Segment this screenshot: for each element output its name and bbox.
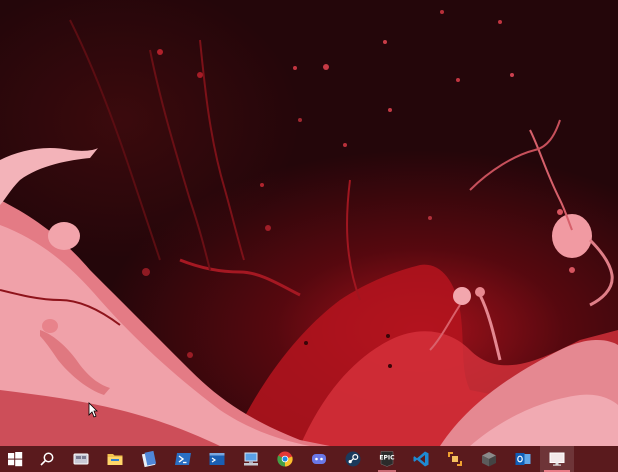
discord-button[interactable] (302, 446, 336, 472)
epic-games-button[interactable]: EPIC (370, 446, 404, 472)
notepad-button[interactable] (132, 446, 166, 472)
discord-icon (312, 454, 326, 464)
remote-desktop-button[interactable] (438, 446, 472, 472)
terminal-button[interactable] (200, 446, 234, 472)
svg-text:EPIC: EPIC (379, 455, 395, 462)
vscode-icon (413, 451, 429, 467)
steam-button[interactable] (336, 446, 370, 472)
network-computer-icon (244, 452, 258, 466)
task-view-icon (73, 453, 89, 465)
file-explorer-button[interactable] (98, 446, 132, 472)
start-button[interactable] (0, 446, 30, 472)
search-button[interactable] (30, 446, 64, 472)
terminal-icon (209, 453, 225, 465)
epic-games-icon: EPIC (379, 451, 395, 467)
windows-start-icon (8, 452, 23, 467)
vscode-button[interactable] (404, 446, 438, 472)
chrome-button[interactable] (268, 446, 302, 472)
steam-icon (345, 451, 361, 467)
chrome-icon (277, 451, 293, 467)
outlook-icon (515, 453, 531, 465)
network-computer-button[interactable] (234, 446, 268, 472)
outlook-button[interactable] (506, 446, 540, 472)
monitor-app-icon (549, 452, 565, 466)
mouse-cursor-icon (88, 402, 98, 418)
file-explorer-icon (107, 454, 123, 465)
powershell-icon (175, 453, 191, 465)
desktop[interactable] (0, 0, 618, 446)
remote-desktop-icon (448, 452, 462, 466)
monitor-app-button[interactable] (540, 446, 574, 472)
taskbar: EPIC (0, 446, 618, 472)
package-box-icon (482, 452, 496, 467)
notepad-icon (141, 450, 157, 468)
powershell-button[interactable] (166, 446, 200, 472)
wallpaper-splash (0, 10, 618, 446)
search-icon (40, 452, 54, 466)
task-view-button[interactable] (64, 446, 98, 472)
package-box-button[interactable] (472, 446, 506, 472)
